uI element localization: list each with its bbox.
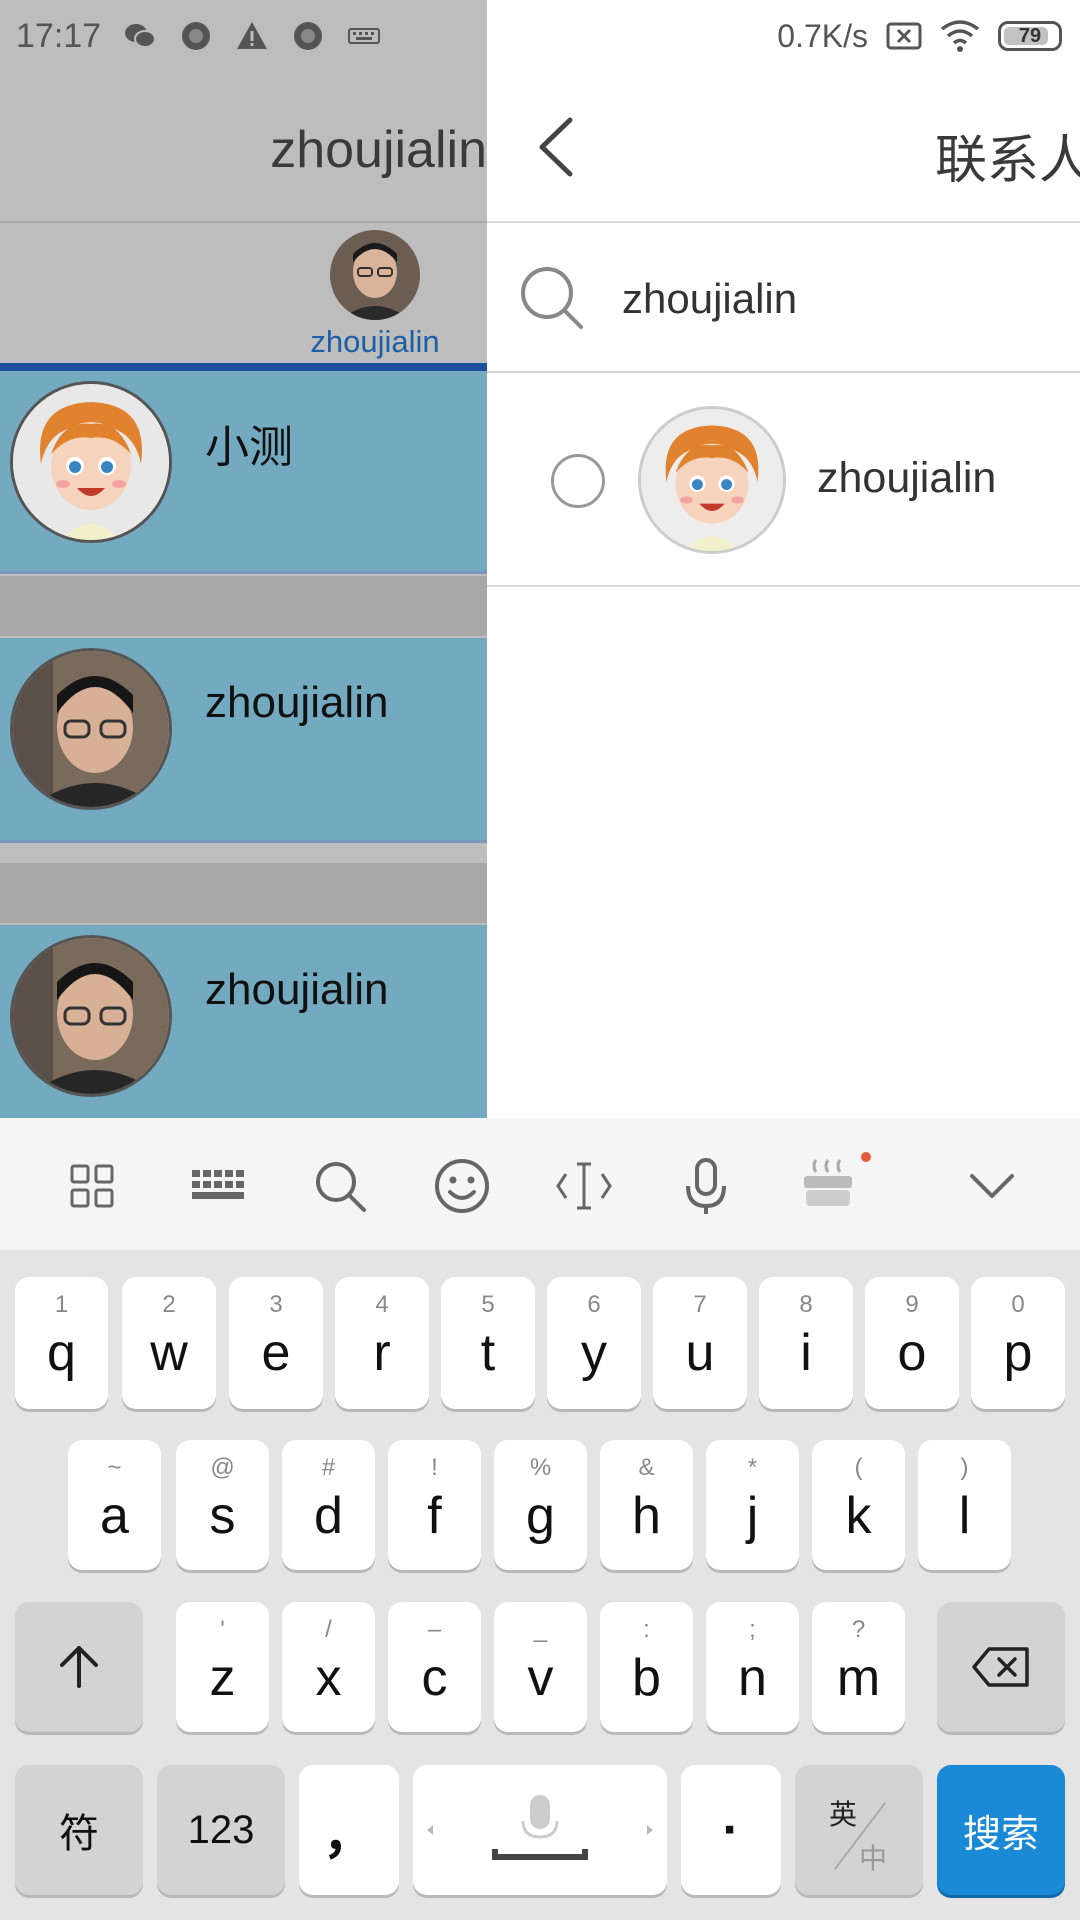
backspace-key[interactable] <box>937 1602 1065 1732</box>
divider <box>487 371 1080 373</box>
list-item[interactable]: 小测 <box>0 371 487 574</box>
key-h[interactable]: & h <box>600 1440 693 1570</box>
search-result-item[interactable]: zhoujialin <box>487 376 1080 586</box>
key-b[interactable]: :b <box>600 1602 693 1732</box>
page-title: 联系人 <box>935 132 1080 190</box>
notification-dot <box>861 1152 871 1162</box>
keyboard-icon[interactable] <box>188 1156 248 1216</box>
keyboard-icon <box>348 28 381 44</box>
numbers-key[interactable]: 123 <box>157 1765 285 1895</box>
current-user[interactable]: zhoujialin <box>305 230 445 360</box>
backspace-icon <box>972 1647 1029 1687</box>
language-switch-key[interactable]: 英 中 <box>795 1765 923 1895</box>
warning-icon <box>237 22 268 49</box>
key-r[interactable]: 4r <box>335 1277 429 1409</box>
background-screen: 17:17 zhoujialin zhoujialin 小测 zhoujiali… <box>0 0 487 1118</box>
divider <box>0 221 487 223</box>
shift-key[interactable] <box>15 1602 143 1732</box>
search-action-key[interactable]: 搜索 <box>937 1765 1065 1895</box>
contact-name: zhoujialin <box>205 678 389 727</box>
search-bar[interactable] <box>487 223 1080 373</box>
space-key[interactable] <box>413 1765 667 1895</box>
background-title: zhoujialin <box>270 121 487 179</box>
list-item[interactable]: zhoujialin <box>0 925 487 1118</box>
key-z[interactable]: ' z <box>176 1602 269 1732</box>
status-bar-right: 0.7K/s 79 <box>487 0 1080 72</box>
key-u[interactable]: 7u <box>653 1277 747 1409</box>
key-c[interactable]: – c <box>388 1602 481 1732</box>
key-o[interactable]: 9o <box>865 1277 959 1409</box>
search-icon[interactable] <box>310 1156 370 1216</box>
space-bar-graphic <box>427 1795 653 1860</box>
key-y[interactable]: 6y <box>547 1277 641 1409</box>
key-l[interactable]: ) l <box>918 1440 1011 1570</box>
cartoon-girl-avatar <box>638 406 786 554</box>
key-a[interactable]: ~ a <box>68 1440 161 1570</box>
key-m[interactable]: ? m <box>812 1602 905 1732</box>
wifi-icon <box>940 20 980 52</box>
key-x[interactable]: / x <box>282 1602 375 1732</box>
key-n[interactable]: ; n <box>706 1602 799 1732</box>
battery-icon: 79 <box>998 21 1062 51</box>
contact-name: 小测 <box>205 423 293 472</box>
avatar <box>330 230 420 320</box>
photo-avatar <box>10 648 172 810</box>
key-e[interactable]: 3e <box>229 1277 323 1409</box>
battery-level: 79 <box>1018 24 1042 47</box>
key-v[interactable]: _ v <box>494 1602 587 1732</box>
key-p[interactable]: 0p <box>971 1277 1065 1409</box>
contact-search-panel: 0.7K/s 79 联系人 zhoujialin <box>487 0 1080 1118</box>
chevron-left-icon[interactable] <box>532 112 582 182</box>
keyboard-toolbar <box>0 1118 1080 1250</box>
collapse-chevron-icon[interactable] <box>962 1156 1022 1216</box>
current-user-name: zhoujialin <box>310 324 440 359</box>
status-time: 17:17 <box>16 16 102 55</box>
key-q[interactable]: 1q <box>15 1277 108 1409</box>
list-item[interactable]: zhoujialin <box>0 638 487 843</box>
sim-x-icon <box>886 22 922 50</box>
grid-icon[interactable] <box>62 1156 122 1216</box>
key-s[interactable]: @ s <box>176 1440 269 1570</box>
symbols-key[interactable]: 符 <box>15 1765 143 1895</box>
period-key[interactable]: · <box>681 1765 781 1895</box>
list-separator <box>0 576 487 636</box>
key-i[interactable]: 8i <box>759 1277 853 1409</box>
contact-name: zhoujialin <box>205 965 389 1014</box>
search-icon <box>521 267 583 329</box>
key-k[interactable]: (k <box>812 1440 905 1570</box>
network-speed: 0.7K/s <box>777 17 868 54</box>
wechat-icon <box>125 24 157 48</box>
list-separator <box>0 863 487 923</box>
arrow-up-icon <box>60 1646 98 1688</box>
search-input[interactable] <box>622 271 1062 327</box>
lang-chinese: 中 <box>859 1843 888 1874</box>
key-w[interactable]: 2w <box>122 1277 216 1409</box>
microphone-icon[interactable] <box>676 1156 736 1216</box>
soft-keyboard: 1q 2w 3e 4r 5t 6y 7u 8i 9o 0p ~ a @ s # d !… <box>0 1118 1080 1920</box>
steam-icon[interactable] <box>798 1156 858 1216</box>
circle-notification-icon <box>294 22 323 50</box>
key-t[interactable]: 5t <box>441 1277 535 1409</box>
emoji-icon[interactable] <box>432 1156 492 1216</box>
comma-key[interactable]: ， <box>299 1765 399 1895</box>
key-d[interactable]: # d <box>282 1440 375 1570</box>
status-bar-left: 17:17 <box>0 0 487 72</box>
key-f[interactable]: ! f <box>388 1440 481 1570</box>
accent-divider <box>0 363 487 371</box>
key-j[interactable]: * j <box>706 1440 799 1570</box>
photo-avatar <box>10 935 172 1097</box>
cursor-icon[interactable] <box>554 1156 614 1216</box>
divider <box>487 585 1080 587</box>
cartoon-girl-avatar <box>10 381 172 543</box>
select-radio[interactable] <box>551 454 605 508</box>
circle-notification-icon <box>182 22 211 50</box>
result-name: zhoujialin <box>817 454 997 502</box>
key-g[interactable]: % g <box>494 1440 587 1570</box>
